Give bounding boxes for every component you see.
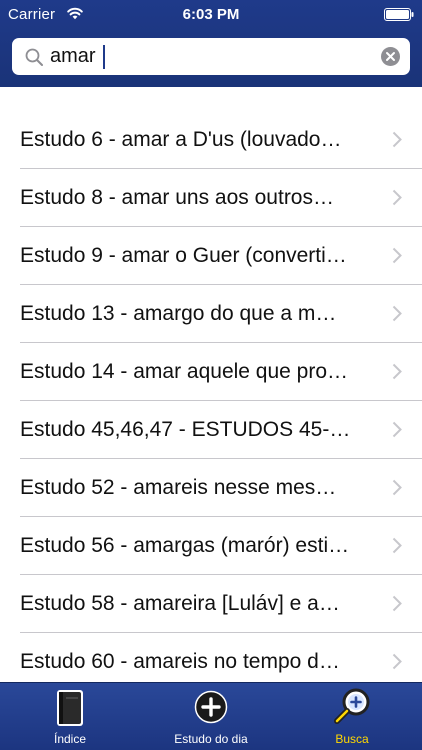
list-item[interactable]: Estudo 13 - amargo do que a m… (20, 285, 422, 343)
chevron-right-icon (392, 595, 402, 612)
list-item-label: Estudo 58 - amareira [Luláv] e a… (20, 592, 340, 615)
list-header-space (0, 87, 422, 111)
chevron-right-icon (392, 247, 402, 264)
list-item[interactable]: Estudo 14 - amar aquele que pro… (20, 343, 422, 401)
list-item[interactable]: Estudo 9 - amar o Guer (converti… (20, 227, 422, 285)
chevron-right-icon (392, 479, 402, 496)
tab-indice[interactable]: Índice (20, 683, 120, 750)
results-list[interactable]: Estudo 6 - amar a D'us (louvado… Estudo … (0, 87, 422, 683)
list-item-label: Estudo 8 - amar uns aos outros… (20, 186, 334, 209)
list-item-label: Estudo 14 - amar aquele que pro… (20, 360, 349, 383)
clock: 6:03 PM (182, 6, 240, 23)
status-bar: Carrier 6:03 PM (0, 0, 422, 30)
chevron-right-icon (392, 189, 402, 206)
plus-circle-icon (194, 690, 228, 724)
chevron-right-icon (392, 653, 402, 670)
search-icon (25, 48, 43, 66)
list-item[interactable]: Estudo 56 - amargas (marór) esti… (20, 517, 422, 575)
list-item-label: Estudo 6 - amar a D'us (louvado… (20, 128, 342, 151)
list-item[interactable]: Estudo 52 - amareis nesse mes… (20, 459, 422, 517)
chevron-right-icon (392, 537, 402, 554)
list-item-label: Estudo 45,46,47 - ESTUDOS 45-… (20, 418, 351, 441)
clear-search-icon[interactable] (381, 47, 400, 66)
list-item[interactable]: Estudo 58 - amareira [Luláv] e a… (20, 575, 422, 633)
tab-busca[interactable]: Busca (302, 683, 402, 750)
battery-icon (384, 8, 414, 21)
list-item[interactable]: Estudo 45,46,47 - ESTUDOS 45-… (20, 401, 422, 459)
list-item-label: Estudo 56 - amargas (marór) esti… (20, 534, 350, 557)
tab-label: Estudo do dia (174, 732, 248, 746)
list-item-label: Estudo 52 - amareis nesse mes… (20, 476, 337, 499)
top-bar: Carrier 6:03 PM (0, 0, 422, 87)
list-item-label: Estudo 60 - amareis no tempo d… (20, 650, 340, 673)
list-item-label: Estudo 9 - amar o Guer (converti… (20, 244, 347, 267)
search-input[interactable] (50, 42, 370, 71)
text-cursor (103, 45, 105, 69)
list-item[interactable]: Estudo 60 - amareis no tempo d… (20, 633, 422, 683)
book-icon (57, 690, 83, 726)
list-item-label: Estudo 13 - amargo do que a m… (20, 302, 337, 325)
list-item[interactable]: Estudo 6 - amar a D'us (louvado… (20, 111, 422, 169)
chevron-right-icon (392, 363, 402, 380)
tab-estudo-do-dia[interactable]: Estudo do dia (150, 683, 272, 750)
tab-label: Busca (335, 732, 369, 746)
chevron-right-icon (392, 305, 402, 322)
tab-label: Índice (53, 732, 87, 746)
list-item[interactable]: Estudo 8 - amar uns aos outros… (20, 169, 422, 227)
magnifier-icon (334, 688, 370, 724)
tab-bar: Índice Estudo do dia Busca (0, 682, 422, 750)
chevron-right-icon (392, 421, 402, 438)
chevron-right-icon (392, 131, 402, 148)
search-field[interactable] (12, 38, 410, 75)
